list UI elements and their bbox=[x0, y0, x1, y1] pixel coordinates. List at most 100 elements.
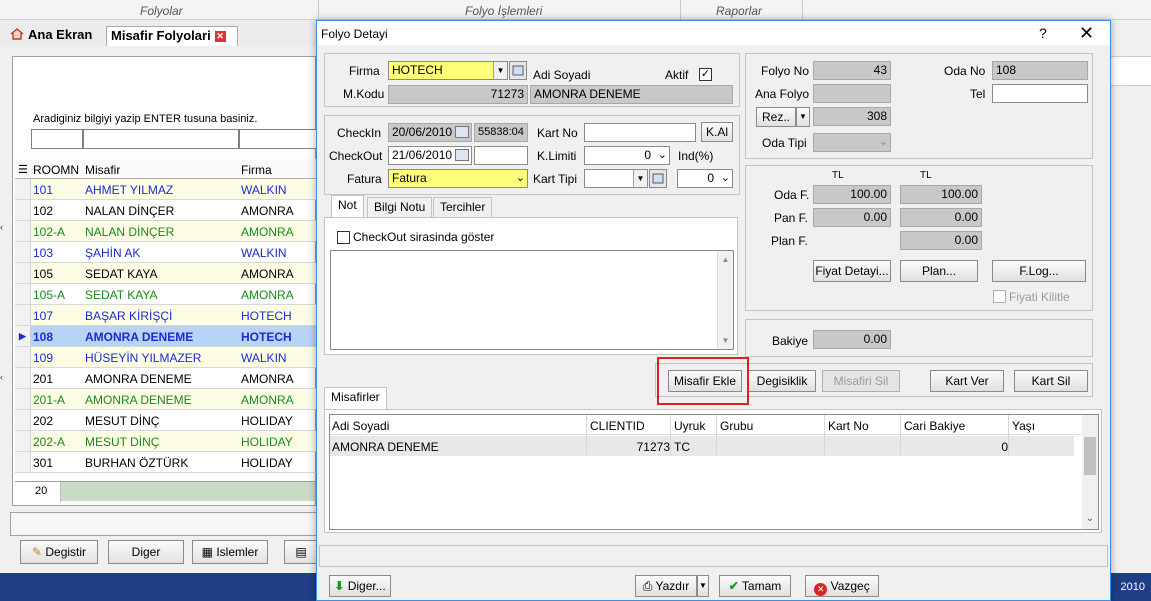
guest-row[interactable]: AMONRA DENEME 71273 TC 0 bbox=[330, 436, 1074, 456]
search-input-room[interactable] bbox=[31, 129, 83, 149]
degistir-button[interactable]: ✎ Degistir bbox=[20, 540, 98, 564]
yazdir-dropdown-button[interactable]: ▼ bbox=[697, 575, 709, 597]
table-row[interactable]: 109 HÜSEYİN YILMAZER WALKIN bbox=[15, 347, 317, 368]
table-row[interactable]: 202 MESUT DİNÇ HOLIDAY bbox=[15, 410, 317, 431]
row-count: 20 bbox=[15, 482, 61, 502]
menu-folyolar[interactable]: Folyolar bbox=[140, 4, 183, 18]
diger-bottom-button[interactable]: Diger bbox=[108, 540, 184, 564]
klimit-select[interactable]: 0 ⌄ bbox=[584, 146, 670, 165]
degisiklik-button[interactable]: Degisiklik bbox=[748, 370, 816, 392]
flog-button[interactable]: F.Log... bbox=[992, 260, 1086, 282]
islemler-button[interactable]: ▦ Islemler bbox=[192, 540, 268, 564]
help-button[interactable]: ? bbox=[1039, 25, 1047, 41]
col-kart-no[interactable]: Kart No bbox=[828, 418, 869, 435]
kart-ver-button[interactable]: Kart Ver bbox=[930, 370, 1004, 392]
vazgec-label: Vazgeç bbox=[830, 579, 870, 593]
karttipi-lookup-button[interactable] bbox=[649, 169, 667, 188]
tab-bilgi-notu[interactable]: Bilgi Notu bbox=[367, 197, 433, 217]
table-row[interactable]: 201-A AMONRA DENEME AMONRA bbox=[15, 389, 317, 410]
klimit-value: 0 bbox=[644, 148, 651, 162]
table-row[interactable]: 102-A NALAN DİNÇER AMONRA bbox=[15, 221, 317, 242]
tab-tercihler[interactable]: Tercihler bbox=[433, 197, 493, 217]
checkout-date-field[interactable]: 21/06/2010 bbox=[388, 146, 472, 165]
rez-button[interactable]: Rez.. bbox=[756, 107, 796, 127]
row-indicator bbox=[15, 242, 31, 262]
col-room[interactable]: ROOMN bbox=[33, 163, 79, 177]
tab-misafirler[interactable]: Misafirler bbox=[324, 387, 387, 409]
scroll-down-icon[interactable]: ▼ bbox=[718, 332, 733, 349]
karttipi-select[interactable]: ▼ bbox=[584, 169, 648, 188]
guest-cell: AMONRA DENEME bbox=[85, 372, 192, 386]
plan-button[interactable]: Plan... bbox=[900, 260, 978, 282]
col-firm[interactable]: Firma bbox=[241, 163, 272, 177]
scroll-up-icon[interactable]: ▲ bbox=[718, 251, 733, 268]
search-input-guest[interactable] bbox=[83, 129, 239, 149]
guest-cell: ŞAHİN AK bbox=[85, 246, 141, 260]
col-adi-soyadi[interactable]: Adi Soyadi bbox=[332, 418, 389, 435]
col-yasi[interactable]: Yaşı bbox=[1012, 418, 1035, 435]
planf-label: Plan F. bbox=[771, 234, 808, 248]
col-guest[interactable]: Misafir bbox=[85, 163, 120, 177]
tamam-button[interactable]: ✔ Tamam bbox=[719, 575, 791, 597]
col-clientid[interactable]: CLIENTID bbox=[590, 418, 645, 435]
tel-input[interactable] bbox=[992, 84, 1088, 103]
firma-select[interactable]: HOTECH ▼ bbox=[388, 61, 508, 80]
tab-not[interactable]: Not bbox=[331, 195, 364, 217]
col-cari-bakiye[interactable]: Cari Bakiye bbox=[904, 418, 965, 435]
aktif-checkbox[interactable]: ✓ bbox=[699, 68, 712, 81]
diger-dialog-button[interactable]: ⬇ Diger... bbox=[329, 575, 391, 597]
close-button[interactable]: ✕ bbox=[1079, 23, 1094, 44]
table-row[interactable]: 105-A SEDAT KAYA AMONRA bbox=[15, 284, 317, 305]
column-chooser-icon[interactable]: ☰ bbox=[18, 163, 28, 176]
table-row[interactable]: 105 SEDAT KAYA AMONRA bbox=[15, 263, 317, 284]
vazgec-button[interactable]: ✕ Vazgeç bbox=[805, 575, 879, 597]
calendar-icon[interactable] bbox=[455, 149, 469, 161]
note-textarea[interactable]: ▲ ▼ bbox=[330, 250, 734, 350]
partial-button[interactable]: ▤ bbox=[284, 540, 318, 564]
tab-misafir-folyolari[interactable]: Misafir Folyolari ✕ bbox=[106, 26, 238, 46]
col-grubu[interactable]: Grubu bbox=[720, 418, 753, 435]
menu-divider bbox=[680, 0, 681, 20]
fatura-select[interactable]: Fatura ⌄ bbox=[388, 169, 528, 188]
table-row[interactable]: 102 NALAN DİNÇER AMONRA bbox=[15, 200, 317, 221]
table-row[interactable]: 201 AMONRA DENEME AMONRA bbox=[15, 368, 317, 389]
yazdir-button[interactable]: ⎙ Yazdır bbox=[635, 575, 697, 597]
search-input-firm[interactable] bbox=[239, 129, 317, 149]
tab-home[interactable]: Ana Ekran bbox=[6, 26, 104, 46]
table-row[interactable]: 103 ŞAHİN AK WALKIN bbox=[15, 242, 317, 263]
table-row[interactable]: 202-A MESUT DİNÇ HOLIDAY bbox=[15, 431, 317, 452]
room-cell: 202 bbox=[33, 414, 54, 428]
col-uyruk[interactable]: Uyruk bbox=[674, 418, 705, 435]
kal-button[interactable]: K.Al bbox=[701, 122, 733, 142]
firma-lookup-button[interactable] bbox=[509, 61, 527, 80]
table-row[interactable]: 101 AHMET YILMAZ WALKIN bbox=[15, 179, 317, 200]
column-separator bbox=[900, 415, 901, 455]
checkout-time-field[interactable] bbox=[474, 146, 528, 165]
bakiye-group: Bakiye 0.00 bbox=[745, 319, 1093, 357]
guest-cell: HÜSEYİN YILMAZER bbox=[85, 351, 202, 365]
checkout-show-checkbox[interactable] bbox=[337, 231, 350, 244]
odaf-field-2: 100.00 bbox=[900, 185, 982, 204]
scrollbar-thumb[interactable] bbox=[1084, 437, 1096, 475]
table-row[interactable]: 107 BAŞAR KİRİŞÇİ HOTECH bbox=[15, 305, 317, 326]
checkout-date: 21/06/2010 bbox=[392, 148, 453, 162]
table-row[interactable]: 301 BURHAN ÖZTÜRK HOLIDAY bbox=[15, 452, 317, 473]
kart-sil-button[interactable]: Kart Sil bbox=[1014, 370, 1088, 392]
guests-scrollbar[interactable]: ⌄ bbox=[1082, 415, 1098, 529]
scrollbar[interactable]: ▲ ▼ bbox=[717, 251, 733, 349]
menu-folyo-islemleri[interactable]: Folyo İşlemleri bbox=[465, 4, 542, 18]
calendar-icon[interactable] bbox=[455, 126, 469, 138]
menu-raporlar[interactable]: Raporlar bbox=[716, 4, 762, 18]
lookup-icon bbox=[512, 65, 524, 76]
chevron-down-icon[interactable]: ⌄ bbox=[1082, 510, 1098, 527]
rez-dropdown-button[interactable]: ▼ bbox=[796, 107, 810, 127]
close-icon[interactable]: ✕ bbox=[214, 31, 226, 43]
taskbar-year: 2010 bbox=[1120, 581, 1145, 593]
kartno-input[interactable] bbox=[584, 123, 696, 142]
table-row[interactable]: ▶ 108 AMONRA DENEME HOTECH bbox=[15, 326, 317, 347]
dialog-title: Folyo Detayi bbox=[321, 27, 388, 41]
ind-select[interactable]: 0 ⌄ bbox=[677, 169, 733, 188]
fiyat-detayi-button[interactable]: Fiyat Detayi... bbox=[813, 260, 891, 282]
grid-rows: 101 AHMET YILMAZ WALKIN 102 NALAN DİNÇER AMON… bbox=[15, 179, 317, 473]
row-indicator bbox=[15, 305, 31, 325]
